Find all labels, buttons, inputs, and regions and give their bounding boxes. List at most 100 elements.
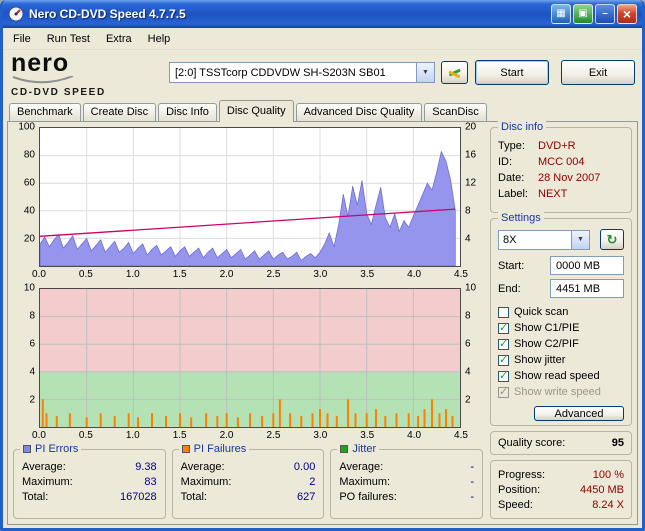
nero-swoosh-icon [12, 75, 74, 84]
drive-selector[interactable]: [2:0] TSSTcorp CDDVDW SH-S203N SB01 ▼ [169, 62, 435, 83]
tab-label: Benchmark [17, 106, 73, 118]
checkmark-icon[interactable] [498, 353, 509, 366]
group-title: Settings [498, 212, 544, 225]
stat-row: Average: - [339, 460, 475, 473]
charts-column: 100 80 60 40 20 20 16 12 8 4 0.0 0.5 1.0 1.5 2.0 2.5 3… [13, 121, 484, 519]
tab[interactable]: Create Disc [82, 103, 157, 121]
drive-tools-button[interactable] [441, 61, 468, 84]
checkbox-label: Show read speed [514, 370, 600, 383]
progress-box: Progress: 100 % Position: 4450 MB Speed: 8.24… [490, 460, 632, 519]
stat-row: Total: 167028 [22, 490, 157, 503]
end-field-label: End: [498, 282, 521, 295]
end-position-field[interactable] [550, 279, 624, 299]
nero-logo-word: nero [11, 49, 70, 77]
settings-checkbox[interactable]: Show jitter [498, 352, 624, 368]
disc-info-row: Date: 28 Nov 2007 [498, 172, 601, 184]
exit-button[interactable]: Exit [561, 60, 635, 85]
app-window: Nero CD-DVD Speed 4.7.7.5 ▦ ▣ – × File Ru… [0, 0, 645, 531]
jitter-legend-swatch-icon [340, 445, 349, 453]
checkmark-icon[interactable] [498, 321, 509, 334]
disc-info-row: Label: NEXT [498, 188, 568, 200]
pi-failures-right-axis: 10 8 6 4 2 [465, 282, 477, 406]
settings-checkbox[interactable]: Quick scan [498, 304, 624, 320]
refresh-button[interactable]: ↻ [600, 229, 624, 251]
pi-errors-legend-swatch-icon [23, 445, 31, 453]
stat-row: Maximum: - [339, 475, 475, 488]
speed-selector[interactable]: 8X ▼ [498, 229, 590, 250]
pi-failures-left-axis: 10 8 6 4 2 [23, 282, 35, 406]
minimize-button[interactable]: – [595, 4, 615, 24]
start-button[interactable]: Start [475, 60, 549, 85]
settings-checkbox[interactable]: Show C2/PIF [498, 336, 624, 352]
disc-info-row: ID: MCC 004 [498, 156, 585, 168]
checkmark-icon[interactable] [498, 306, 509, 318]
status-row: Progress: 100 % [498, 468, 624, 481]
settings-checkbox[interactable]: Show C1/PIE [498, 320, 624, 336]
checkmark-icon[interactable] [498, 385, 509, 398]
refresh-icon: ↻ [606, 231, 618, 247]
stat-row: Average: 9.38 [22, 460, 157, 473]
panel-title: PI Errors [35, 443, 79, 455]
menu-item[interactable]: Run Test [39, 30, 98, 48]
pi-failures-x-axis: 0.0 0.5 1.0 1.5 2.0 2.5 3.0 3.5 4.0 4.5 [32, 430, 468, 441]
settings-group: Settings 8X ▼ ↻ Start: End: [490, 212, 632, 427]
menu-bar: File Run Test Extra Help [3, 28, 642, 50]
disc-info-group: Disc info Type: DVD+R ID: MCC 004 Date: 28 No… [490, 121, 632, 214]
tab-label: Disc Info [166, 106, 209, 118]
menu-item[interactable]: File [5, 30, 39, 48]
tab[interactable]: Disc Quality [218, 100, 294, 122]
disc-quality-tab-page: 100 80 60 40 20 20 16 12 8 4 0.0 0.5 1.0 1.5 2.0 2.5 3… [7, 121, 638, 525]
app-icon [8, 6, 24, 22]
drive-selector-value: [2:0] TSSTcorp CDDVDW SH-S203N SB01 [175, 66, 386, 79]
stat-row: Total: 627 [180, 490, 316, 503]
tab-strip: Benchmark Create Disc Disc Info Disc Qualit… [3, 99, 642, 122]
panel-title: PI Failures [193, 443, 247, 455]
menu-item[interactable]: Extra [98, 30, 140, 48]
status-row: Position: 4450 MB [498, 483, 624, 496]
advanced-button[interactable]: Advanced [534, 406, 624, 422]
stat-row: Maximum: 2 [180, 475, 316, 488]
titlebar-extra-button-2[interactable]: ▣ [573, 4, 593, 24]
tab-label: Disc Quality [226, 105, 286, 117]
tab[interactable]: Advanced Disc Quality [295, 103, 423, 121]
quality-score-box: Quality score: 95 [490, 431, 632, 455]
checkmark-icon[interactable] [498, 369, 509, 382]
start-field-label: Start: [498, 259, 525, 272]
settings-checkbox[interactable]: Show read speed [498, 368, 624, 384]
dropdown-arrow-icon[interactable]: ▼ [416, 63, 434, 82]
tab-label: ScanDisc [432, 106, 479, 118]
pi-failures-plot-area [39, 288, 461, 428]
start-position-field[interactable] [550, 256, 624, 276]
checkbox-label: Show C1/PIE [514, 322, 580, 335]
status-row: Speed: 8.24 X [498, 498, 624, 511]
group-title: Disc info [498, 121, 547, 133]
close-button[interactable]: × [617, 4, 637, 24]
jitter-stats-panel: Jitter Average: - Maximum: - PO failures: - [330, 443, 484, 519]
window-controls: ▦ ▣ – × [551, 4, 637, 24]
checkmark-icon[interactable] [498, 337, 509, 350]
settings-checkbox[interactable]: Show write speed [498, 384, 624, 400]
titlebar: Nero CD-DVD Speed 4.7.7.5 ▦ ▣ – × [3, 0, 642, 28]
burn-tools-icon [448, 68, 461, 78]
tab[interactable]: ScanDisc [424, 103, 487, 121]
panel-title: Jitter [352, 443, 377, 455]
stat-row: PO failures: - [339, 490, 475, 503]
pi-errors-left-axis: 100 80 60 40 20 [18, 121, 35, 245]
tab-label: Advanced Disc Quality [303, 106, 415, 118]
pi-failures-stats-panel: PI Failures Average: 0.00 Maximum: 2 Total: 6… [171, 443, 325, 519]
quality-score-label: Quality score: [498, 437, 566, 450]
menu-item[interactable]: Help [140, 30, 179, 48]
checkbox-label: Quick scan [514, 306, 569, 319]
dropdown-arrow-icon[interactable]: ▼ [571, 230, 589, 249]
checkbox-label: Show jitter [514, 354, 566, 367]
checkbox-label: Show C2/PIF [514, 338, 579, 351]
pi-errors-right-axis: 20 16 12 8 4 [465, 121, 477, 245]
pi-errors-stats-panel: PI Errors Average: 9.38 Maximum: 83 Total: 16… [13, 443, 166, 519]
quality-score-value: 95 [611, 437, 624, 450]
tab[interactable]: Benchmark [9, 103, 81, 121]
statistics-panels: PI Errors Average: 9.38 Maximum: 83 Total: 16… [13, 443, 484, 519]
pi-errors-plot-area [39, 127, 461, 267]
tab[interactable]: Disc Info [158, 103, 217, 121]
pi-failures-legend-swatch-icon [181, 445, 190, 453]
titlebar-extra-button-1[interactable]: ▦ [551, 4, 571, 24]
